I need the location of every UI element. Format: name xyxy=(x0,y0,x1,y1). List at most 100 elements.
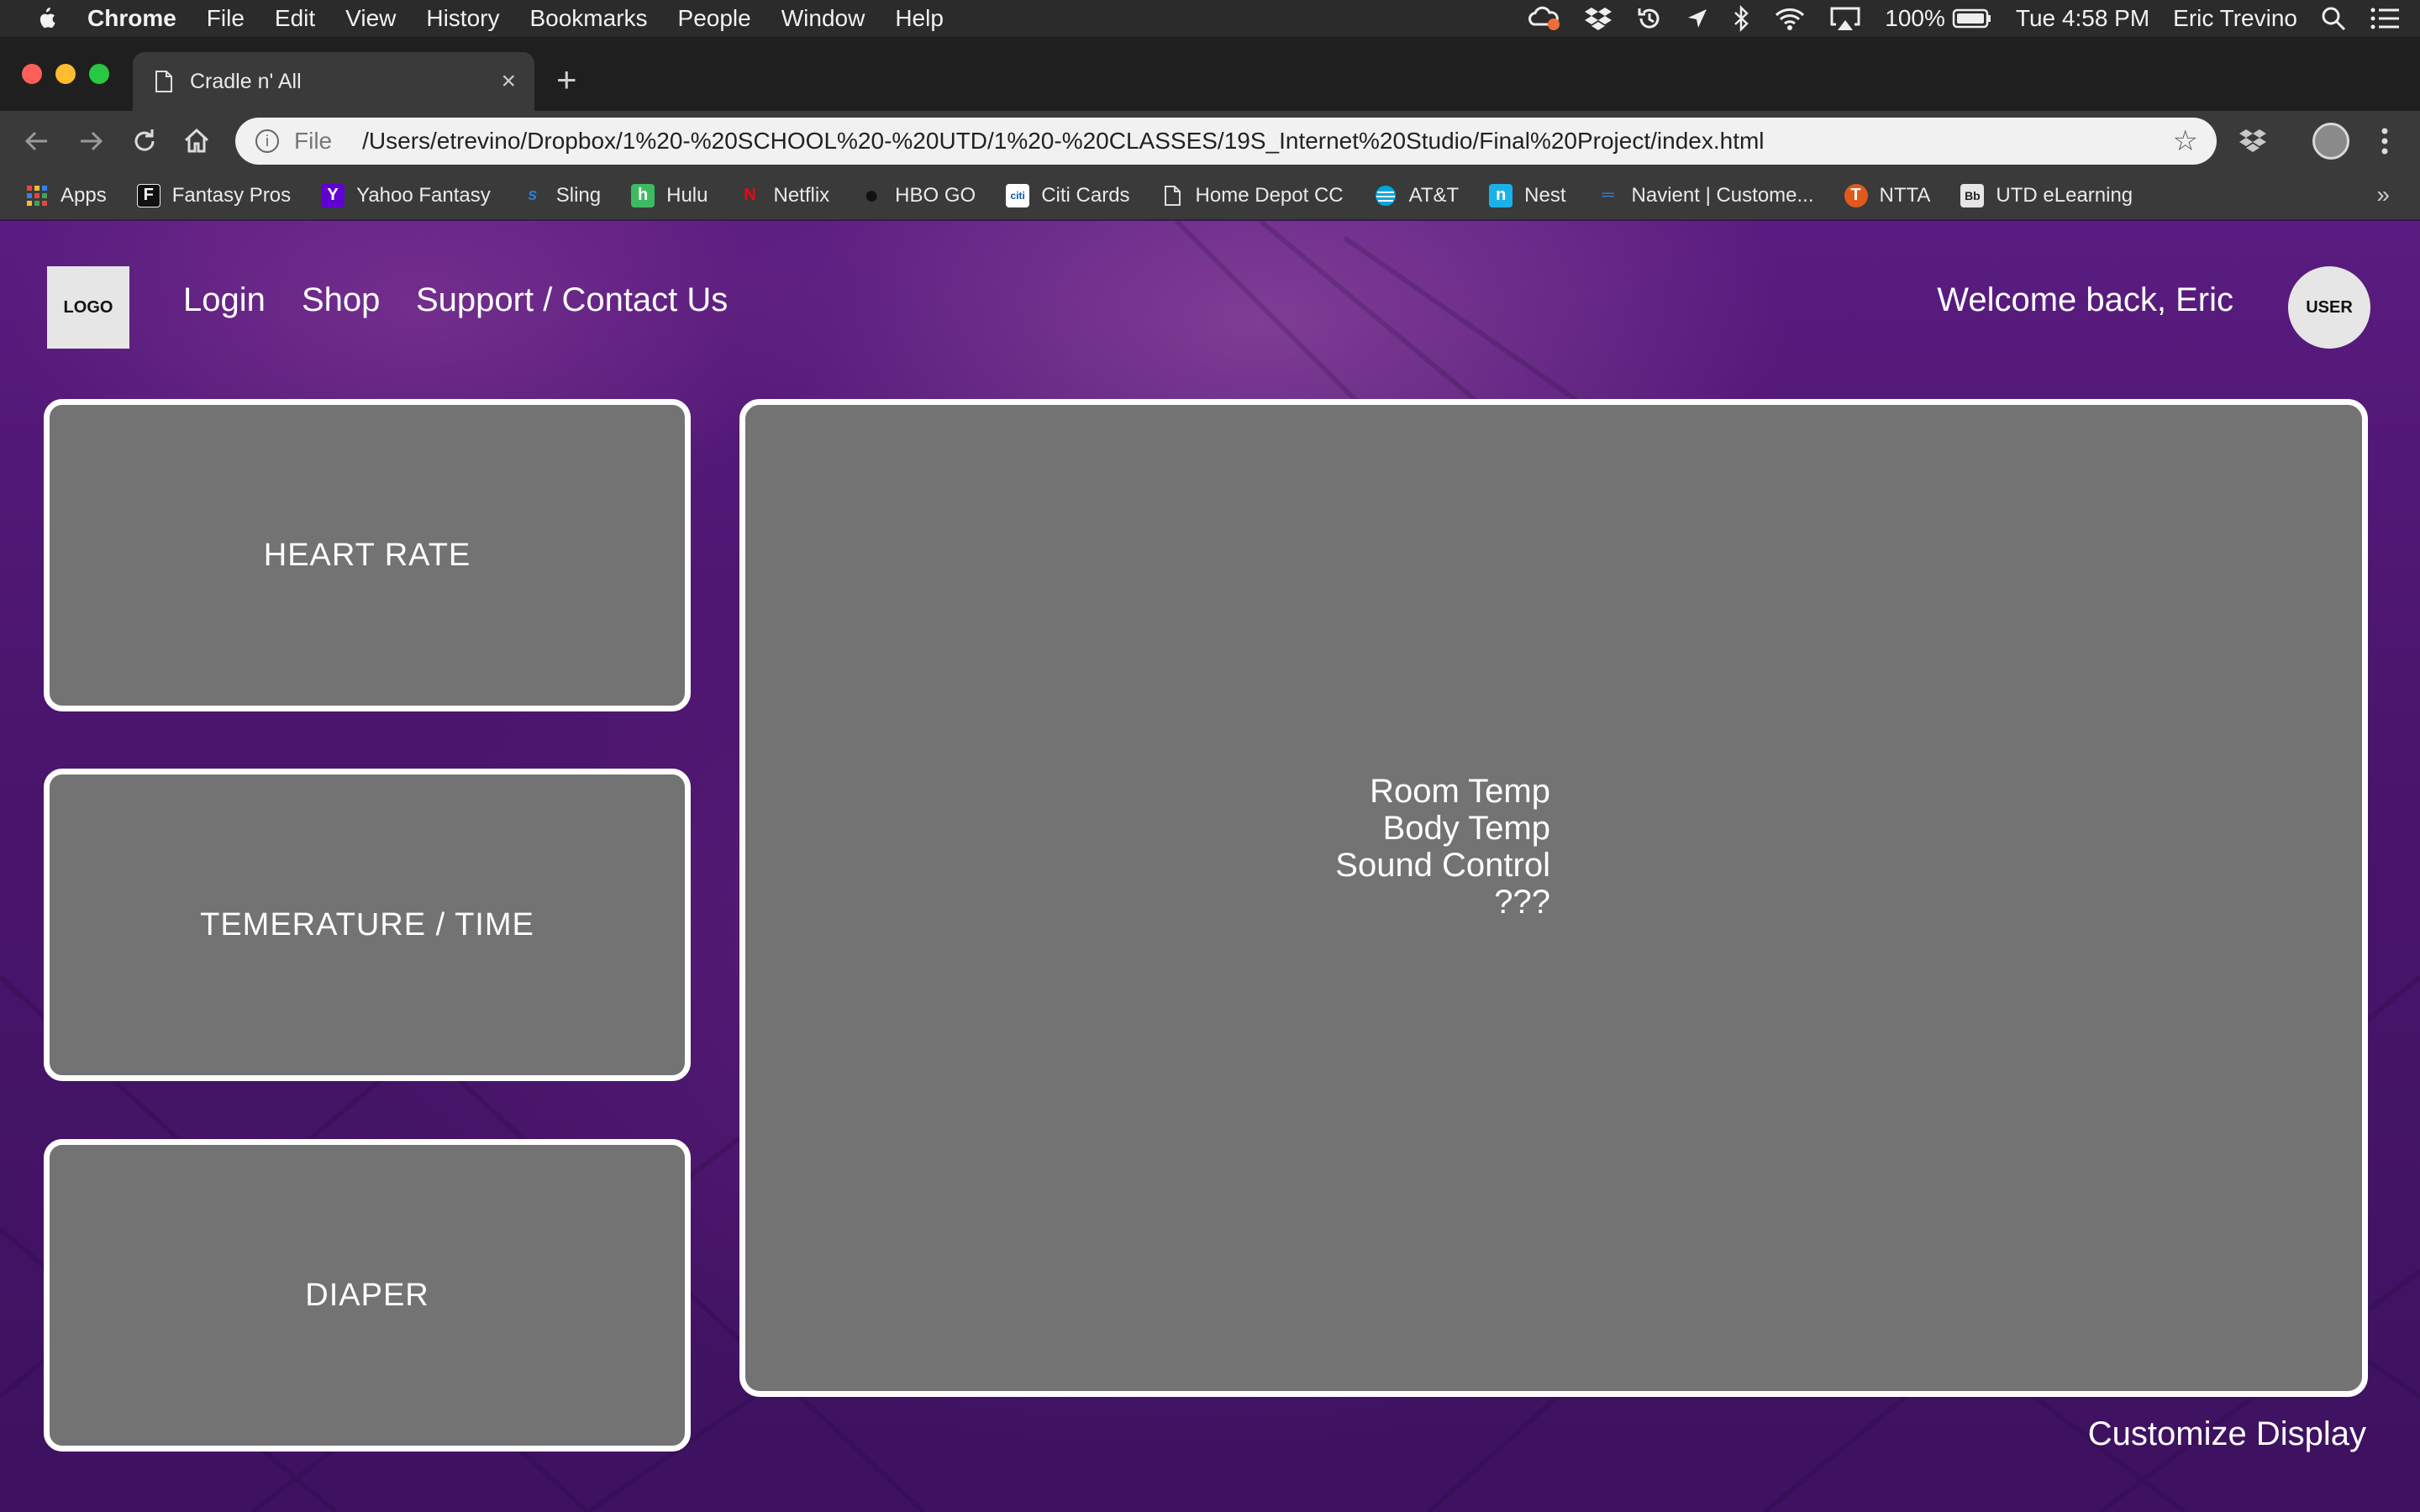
nest-icon: n xyxy=(1489,183,1513,207)
spotlight-icon[interactable] xyxy=(2321,6,2346,31)
bookmark-label: Hulu xyxy=(666,183,708,207)
menu-user-name[interactable]: Eric Trevino xyxy=(2173,5,2297,32)
menu-app-name[interactable]: Chrome xyxy=(87,5,176,32)
sling-icon: s xyxy=(528,186,538,204)
dropbox-icon[interactable] xyxy=(1584,6,1612,31)
menu-people[interactable]: People xyxy=(678,5,751,32)
bookmark-label: Citi Cards xyxy=(1041,183,1130,207)
yahoo-icon: Y xyxy=(321,183,345,207)
location-icon xyxy=(1686,8,1708,29)
bookmark-label: Home Depot CC xyxy=(1195,183,1344,207)
user-avatar[interactable]: USER xyxy=(2288,266,2370,349)
reload-icon[interactable] xyxy=(129,126,160,156)
bookmark-label: UTD eLearning xyxy=(1996,183,2133,207)
tab-close-icon[interactable]: × xyxy=(501,67,516,96)
menu-file[interactable]: File xyxy=(207,5,245,32)
browser-tab-strip: Cradle n' All × + xyxy=(0,37,2420,111)
nav-login-link[interactable]: Login xyxy=(183,281,266,319)
back-arrow-icon[interactable] xyxy=(22,126,52,156)
ntta-icon: T xyxy=(1844,183,1868,207)
att-icon xyxy=(1375,185,1396,206)
site-logo[interactable]: LOGO xyxy=(47,266,129,349)
menu-bookmarks[interactable]: Bookmarks xyxy=(529,5,647,32)
nav-shop-link[interactable]: Shop xyxy=(302,281,380,319)
bookmark-ntta[interactable]: T NTTA xyxy=(1844,183,1930,207)
heart-rate-card-label: HEART RATE xyxy=(263,537,471,573)
welcome-message: Welcome back, Eric xyxy=(1937,281,2233,318)
menu-help[interactable]: Help xyxy=(895,5,944,32)
diaper-card-label: DIAPER xyxy=(305,1277,429,1313)
bookmark-label: Navient | Custome... xyxy=(1631,183,1814,207)
profile-avatar-icon[interactable] xyxy=(2312,123,2349,160)
menu-window[interactable]: Window xyxy=(781,5,865,32)
menu-history[interactable]: History xyxy=(426,5,499,32)
bookmark-star-icon[interactable]: ☆ xyxy=(2173,124,2198,158)
time-machine-icon[interactable] xyxy=(1636,5,1663,32)
customize-display-link[interactable]: Customize Display xyxy=(2088,1415,2366,1453)
bookmark-fantasy-pros[interactable]: F Fantasy Pros xyxy=(136,183,292,207)
bookmark-nest[interactable]: n Nest xyxy=(1489,183,1566,207)
bookmark-label: AT&T xyxy=(1408,183,1460,207)
room-temp-item: Room Temp xyxy=(1370,773,1550,810)
wifi-icon[interactable] xyxy=(1774,6,1806,31)
bookmark-utd-elearning[interactable]: Bb UTD eLearning xyxy=(1960,183,2133,207)
bookmark-label: Yahoo Fantasy xyxy=(356,183,491,207)
nav-support-link[interactable]: Support / Contact Us xyxy=(416,281,728,319)
home-icon[interactable] xyxy=(182,126,212,156)
menu-status-area: 100% Tue 4:58 PM Eric Trevino xyxy=(1503,0,2400,37)
bookmark-apps[interactable]: Apps xyxy=(25,184,107,207)
bookmarks-overflow-icon[interactable]: » xyxy=(2376,181,2390,208)
site-info-icon[interactable]: i xyxy=(255,129,279,153)
url-text[interactable]: /Users/etrevino/Dropbox/1%20-%20SCHOOL%2… xyxy=(362,128,2172,155)
page-document-icon xyxy=(155,71,172,92)
bookmark-label: Sling xyxy=(555,183,602,207)
creative-cloud-icon[interactable] xyxy=(1527,6,1560,31)
bookmark-home-depot-cc[interactable]: Home Depot CC xyxy=(1160,184,1344,207)
airplay-icon[interactable] xyxy=(1829,6,1861,31)
diaper-card[interactable]: DIAPER xyxy=(44,1139,691,1452)
navient-icon: ═ xyxy=(1602,186,1614,204)
tab-title: Cradle n' All xyxy=(190,69,302,93)
heart-rate-card[interactable]: HEART RATE xyxy=(44,399,691,711)
new-tab-button[interactable]: + xyxy=(556,62,577,97)
forward-arrow-icon[interactable] xyxy=(76,126,106,156)
url-scheme: File xyxy=(294,128,333,154)
chrome-menu-icon[interactable] xyxy=(2380,126,2390,156)
bookmark-netflix[interactable]: N Netflix xyxy=(738,184,829,207)
bookmark-label: Fantasy Pros xyxy=(171,183,292,207)
browser-tab[interactable]: Cradle n' All × xyxy=(133,52,534,111)
menu-edit[interactable]: Edit xyxy=(275,5,315,32)
bookmark-citi-cards[interactable]: citi Citi Cards xyxy=(1006,183,1130,207)
placeholder-item: ??? xyxy=(1494,884,1550,921)
zoom-window-button[interactable] xyxy=(89,64,109,84)
close-window-button[interactable] xyxy=(22,64,42,84)
bookmark-label: Netflix xyxy=(773,183,830,207)
address-bar[interactable]: i File /Users/etrevino/Dropbox/1%20-%20S… xyxy=(235,118,2217,165)
hbo-icon: ● xyxy=(864,181,880,209)
citi-icon: citi xyxy=(1006,183,1030,207)
menu-view[interactable]: View xyxy=(345,5,396,32)
bookmark-yahoo-fantasy[interactable]: Y Yahoo Fantasy xyxy=(321,183,491,207)
document-icon xyxy=(1164,185,1181,206)
macos-menu-bar: Chrome File Edit View History Bookmarks … xyxy=(0,0,2420,37)
temperature-time-card-label: TEMERATURE / TIME xyxy=(200,906,534,942)
blackboard-icon: Bb xyxy=(1960,183,1985,207)
notification-center-icon[interactable] xyxy=(2370,7,2400,30)
bookmark-navient[interactable]: ═ Navient | Custome... xyxy=(1597,183,1814,207)
dropbox-extension-icon[interactable] xyxy=(2238,128,2267,153)
bookmark-att[interactable]: AT&T xyxy=(1374,183,1460,207)
temperature-time-card[interactable]: TEMERATURE / TIME xyxy=(44,769,691,1081)
minimize-window-button[interactable] xyxy=(55,64,76,84)
bluetooth-icon[interactable] xyxy=(1732,5,1750,32)
sound-control-item: Sound Control xyxy=(1335,847,1550,884)
battery-icon[interactable] xyxy=(1952,8,1992,29)
bookmark-hulu[interactable]: h Hulu xyxy=(631,183,708,207)
apple-menu-icon[interactable] xyxy=(34,6,57,31)
bookmark-label: Apps xyxy=(60,183,107,207)
netflix-icon: N xyxy=(744,186,756,204)
bookmark-hbo-go[interactable]: ● HBO GO xyxy=(860,181,976,209)
menu-clock[interactable]: Tue 4:58 PM xyxy=(2016,5,2149,32)
bookmark-sling[interactable]: s Sling xyxy=(521,184,601,207)
bookmark-label: HBO GO xyxy=(895,183,976,207)
fantasy-pros-icon: F xyxy=(136,183,160,207)
